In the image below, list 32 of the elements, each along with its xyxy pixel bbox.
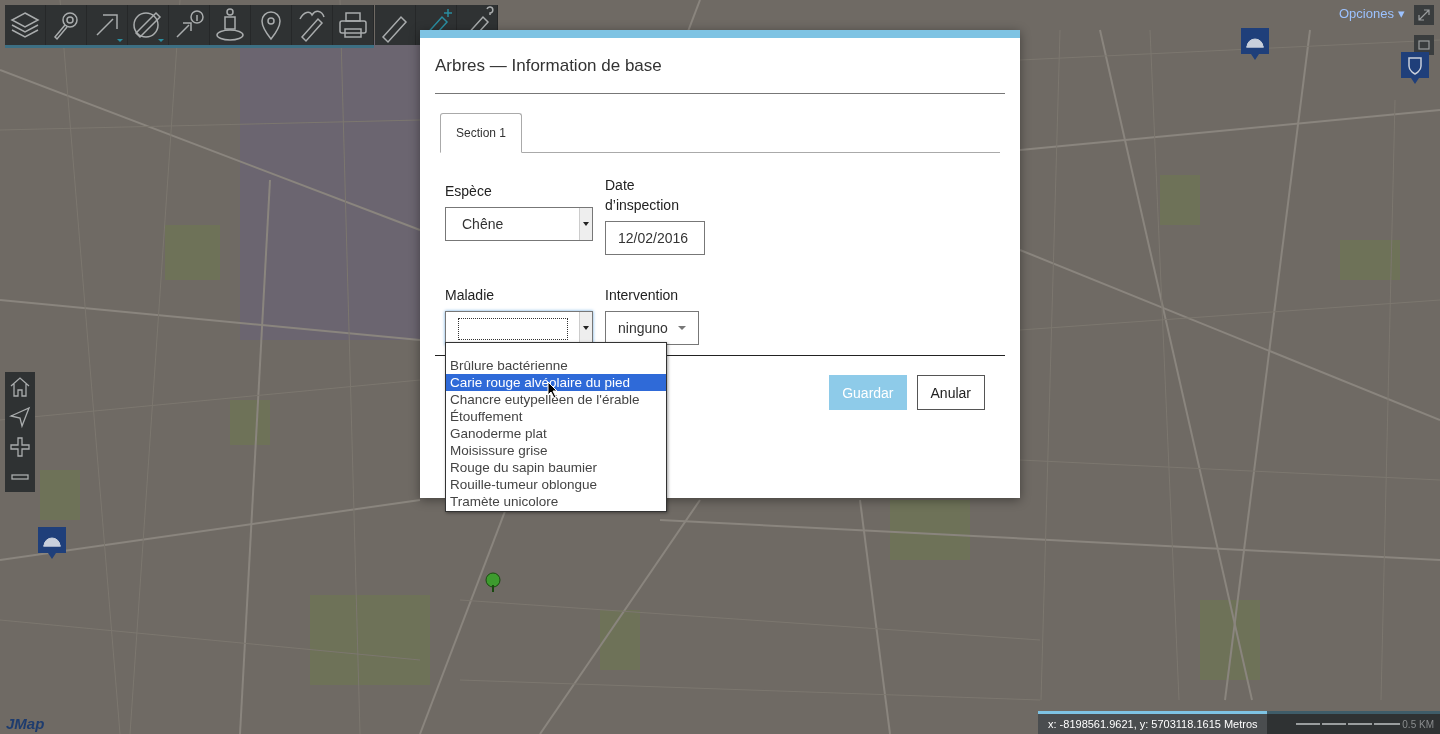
field-label: Espèce: [445, 182, 493, 201]
dropdown-option[interactable]: Étouffement: [446, 408, 666, 425]
scale-bar-icon: [1296, 721, 1401, 727]
overview-icon[interactable]: [1414, 35, 1434, 55]
cancel-button[interactable]: Anular: [916, 375, 985, 410]
dropdown-option[interactable]: Rouille-tumeur oblongue: [446, 476, 666, 493]
helmet-pin-icon[interactable]: [38, 527, 66, 561]
dropdown-option[interactable]: Moisissure grise: [446, 442, 666, 459]
dropdown-option[interactable]: Brûlure bactérienne: [446, 357, 666, 374]
intervention-dropdown[interactable]: ninguno: [605, 311, 699, 345]
dropdown-option[interactable]: Tramète unicolore: [446, 493, 666, 510]
dropdown-option[interactable]: Rouge du sapin baumier: [446, 459, 666, 476]
dropdown-option[interactable]: Ganoderme plat: [446, 425, 666, 442]
fullscreen-icon[interactable]: [1414, 5, 1434, 25]
logo: JMap: [6, 715, 45, 732]
shield-pin-icon[interactable]: [1401, 52, 1429, 86]
field-label: Date d’inspection: [605, 176, 680, 215]
caret-icon: [579, 312, 592, 344]
coordinates-readout: x: -8198561.9621, y: 5703118.1615 Metros: [1038, 711, 1267, 734]
field-label: Maladie: [445, 286, 496, 305]
tree-icon[interactable]: [483, 571, 503, 593]
date-field[interactable]: 12/02/2016: [605, 221, 705, 255]
dropdown-option[interactable]: Chancre eutypelléen de l'érable: [446, 391, 666, 408]
scale-label: 0.5 KM: [1402, 718, 1434, 730]
dropdown-option[interactable]: Carie rouge alvéolaire du pied: [446, 374, 666, 391]
caret-icon: [677, 326, 686, 330]
caret-icon: [579, 208, 592, 240]
dialog-title: Arbres — Information de base: [435, 38, 1005, 94]
section-tab[interactable]: Section 1: [440, 113, 523, 153]
field-label: Intervention: [605, 286, 680, 305]
select-field[interactable]: Chêne: [445, 207, 593, 241]
helmet-pin-icon[interactable]: [1241, 28, 1269, 62]
